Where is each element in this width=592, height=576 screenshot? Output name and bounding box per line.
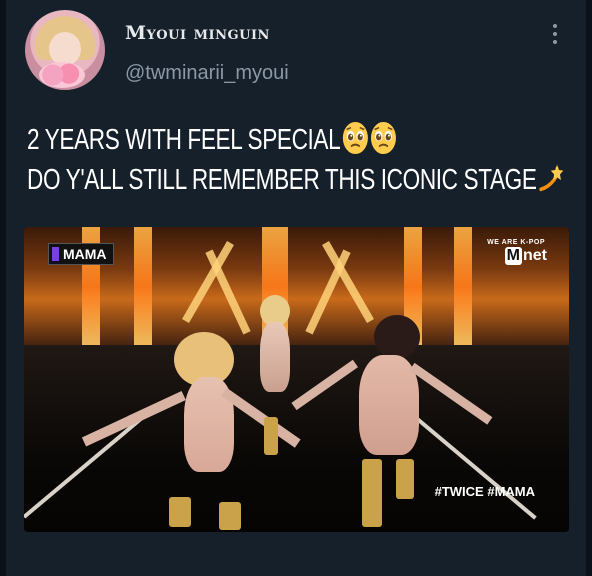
more-options-icon[interactable]: [551, 24, 559, 46]
tweet-text-line-1: 2 YEARS WITH FEEL SPECIAL: [27, 120, 452, 160]
pleading-face-icon: [342, 121, 368, 155]
mnet-logo: Mnet: [504, 247, 547, 265]
user-handle[interactable]: @twminarii_myoui: [125, 62, 289, 85]
dancer-left-boot: [169, 497, 191, 527]
display-name[interactable]: Myoui minguin: [125, 22, 270, 44]
tweet-text-line-2: DO Y'ALL STILL REMEMBER THIS ICONIC STAG…: [27, 160, 564, 200]
dizzy-icon: [539, 164, 564, 192]
pleading-face-icon: [370, 121, 396, 155]
video-hashtags: #TWICE #MAMA: [434, 484, 535, 499]
avatar-flowers: [39, 62, 85, 88]
tweet-text-line-2-content: DO Y'ALL STILL REMEMBER THIS ICONIC STAG…: [27, 164, 537, 196]
tweet-text-line-1-content: 2 YEARS WITH FEEL SPECIAL: [27, 124, 341, 156]
tweet[interactable]: Myoui minguin @twminarii_myoui 2 YEARS W…: [0, 0, 592, 576]
dancer-right-boot: [362, 459, 382, 527]
tweet-text: 2 YEARS WITH FEEL SPECIAL DO Y'ALL STILL…: [27, 120, 564, 200]
mnet-logo-text: net: [523, 247, 547, 264]
dancer-right-hair: [374, 315, 420, 359]
dancer-left-boot-2: [219, 502, 241, 530]
dancer-right-boot-2: [396, 459, 414, 499]
avatar-face: [49, 32, 81, 66]
dancer-middle-boot: [264, 417, 278, 455]
tweet-media-video[interactable]: MAMA WE ARE K-POP Mnet #TWICE #MAMA: [24, 227, 569, 532]
mnet-logo-badge: M: [504, 247, 522, 265]
mama-logo: MAMA: [48, 243, 114, 265]
avatar[interactable]: [25, 10, 105, 90]
dancer-middle: [260, 322, 290, 392]
mnet-tagline: WE ARE K-POP: [487, 239, 545, 246]
